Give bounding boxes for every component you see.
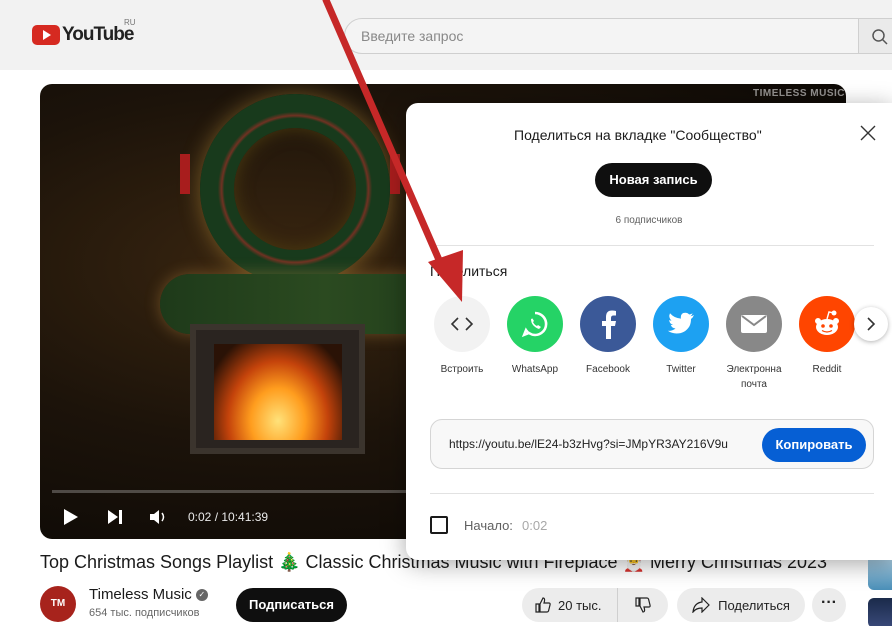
channel-subscribers: 654 тыс. подписчиков <box>89 607 200 619</box>
share-url-field[interactable]: https://youtu.be/lE24-b3zHvg?si=JMpYR3AY… <box>449 437 757 451</box>
video-frame-candle <box>180 154 190 194</box>
share-target-label: Электронна почта <box>726 364 782 390</box>
facebook-icon <box>580 296 636 352</box>
next-button[interactable] <box>104 506 126 528</box>
share-target-label: WhatsApp <box>511 364 559 375</box>
play-button[interactable] <box>60 506 82 528</box>
video-frame-fireplace <box>190 324 365 454</box>
share-target-label: Facebook <box>586 364 630 375</box>
dislike-button[interactable] <box>618 588 668 622</box>
share-target-label: Twitter <box>666 364 696 375</box>
thumbs-down-icon <box>635 597 651 613</box>
divider <box>430 245 874 246</box>
dialog-title: Поделиться на вкладке "Сообщество" <box>514 127 762 143</box>
verified-icon: ✓ <box>195 588 208 601</box>
chevron-right-icon <box>867 317 876 331</box>
channel-avatar[interactable]: TM <box>40 586 76 622</box>
dialog-subscriber-count: 6 подписчиков <box>615 215 683 226</box>
share-dialog: Поделиться на вкладке "Сообщество" Новая… <box>406 103 892 560</box>
share-target-label: Встроить <box>440 364 484 375</box>
search-button[interactable] <box>858 18 892 54</box>
twitter-icon <box>653 296 709 352</box>
masthead: YouTube RU Введите запрос <box>0 0 892 70</box>
reddit-icon <box>799 296 855 352</box>
share-button[interactable]: Поделиться <box>677 588 805 622</box>
channel-name[interactable]: Timeless Music ✓ <box>89 586 208 603</box>
channel-name-text: Timeless Music <box>89 586 192 603</box>
share-section-label: Поделиться <box>430 263 508 279</box>
more-actions-button[interactable]: ··· <box>812 588 846 622</box>
copy-button[interactable]: Копировать <box>762 428 866 462</box>
start-time-checkbox[interactable] <box>430 516 448 534</box>
play-icon <box>64 509 78 525</box>
share-button-label: Поделиться <box>718 597 790 613</box>
new-post-button[interactable]: Новая запись <box>595 163 712 197</box>
logo-region: RU <box>124 18 136 27</box>
whatsapp-icon <box>507 296 563 352</box>
search-input[interactable]: Введите запрос <box>344 18 864 54</box>
share-target-whatsapp[interactable]: WhatsApp <box>507 296 563 392</box>
search-icon <box>872 29 888 45</box>
share-url-box: https://youtu.be/lE24-b3zHvg?si=JMpYR3AY… <box>430 419 874 469</box>
email-icon <box>726 296 782 352</box>
like-dislike-group: 20 тыс. <box>522 588 668 622</box>
youtube-play-icon <box>32 25 60 45</box>
close-icon <box>860 125 876 141</box>
skip-next-icon <box>108 510 122 524</box>
share-targets: Встроить WhatsApp Facebook Twitter Элект… <box>434 296 855 392</box>
video-frame-wreath <box>200 94 390 284</box>
share-targets-next-button[interactable] <box>854 307 888 341</box>
share-target-facebook[interactable]: Facebook <box>580 296 636 392</box>
embed-icon <box>434 296 490 352</box>
time-display: 0:02 / 10:41:39 <box>188 510 269 524</box>
volume-icon <box>150 510 165 524</box>
like-button[interactable]: 20 тыс. <box>522 588 618 622</box>
divider <box>430 493 874 494</box>
share-target-embed[interactable]: Встроить <box>434 296 490 392</box>
sidebar-thumbnail[interactable] <box>868 598 892 626</box>
share-target-twitter[interactable]: Twitter <box>653 296 709 392</box>
thumbs-up-icon <box>535 597 551 613</box>
share-target-email[interactable]: Электронна почта <box>726 296 782 392</box>
video-watermark: TIMELESS MUSIC <box>753 88 846 99</box>
volume-button[interactable] <box>148 506 170 528</box>
video-frame-candle <box>390 154 400 194</box>
share-target-reddit[interactable]: Reddit <box>799 296 855 392</box>
close-button[interactable] <box>858 123 878 143</box>
share-target-label: Reddit <box>812 364 842 375</box>
start-time-label: Начало: <box>464 518 513 533</box>
video-frame-fire <box>214 344 342 440</box>
logo-text: YouTube <box>62 24 134 45</box>
subscribe-button[interactable]: Подписаться <box>236 588 347 622</box>
youtube-logo[interactable]: YouTube RU <box>32 18 136 46</box>
start-time-value: 0:02 <box>522 518 548 533</box>
share-arrow-icon <box>692 597 710 613</box>
like-count: 20 тыс. <box>558 597 602 613</box>
